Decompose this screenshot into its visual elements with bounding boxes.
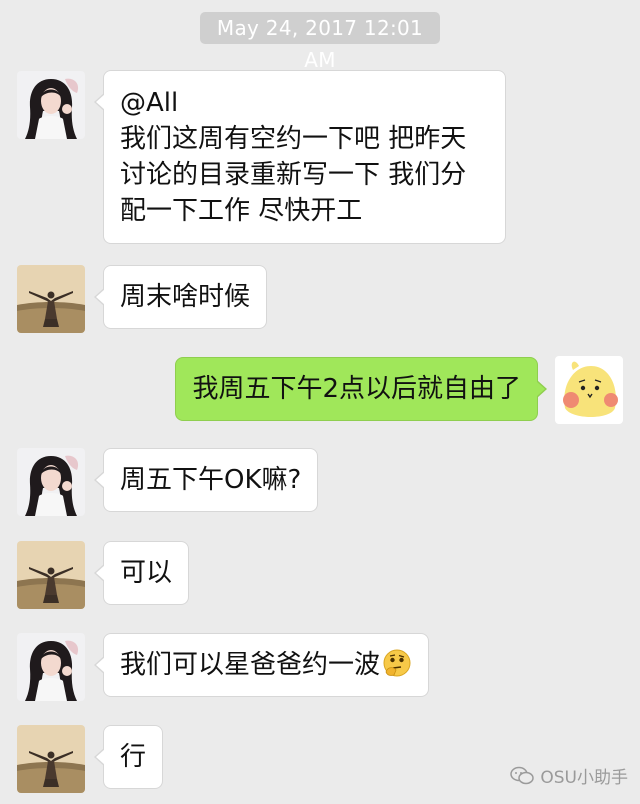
- avatar-girl[interactable]: [17, 448, 85, 516]
- message-text: 行: [120, 742, 147, 772]
- message-line: 讨论的目录重新写一下 我们分: [120, 160, 467, 190]
- message-bubble[interactable]: 我们可以星爸爸约一波: [93, 633, 430, 697]
- avatar-man-image: [17, 725, 85, 793]
- message-text: 周五下午OK嘛?: [120, 465, 302, 495]
- watermark: OSU小助手: [510, 763, 628, 788]
- watermark-text: OSU小助手: [540, 768, 628, 788]
- avatar-man-image: [17, 541, 85, 609]
- my-message-bubble[interactable]: 我周五下午2点以后就自由了: [175, 357, 547, 421]
- message-text: 周末啥时候: [120, 282, 251, 312]
- message-text: 可以: [120, 558, 173, 588]
- message-line: @All: [120, 88, 179, 118]
- message-text: 我们可以星爸爸约一波: [120, 650, 381, 680]
- message-bubble[interactable]: 可以: [93, 541, 190, 605]
- message-line: 配一下工作 尽快开工: [120, 196, 363, 226]
- avatar-girl[interactable]: [17, 71, 85, 139]
- avatar-girl-image: [17, 633, 85, 701]
- message-text: 我周五下午2点以后就自由了: [192, 374, 521, 404]
- message-bubble[interactable]: 周五下午OK嘛?: [93, 448, 319, 512]
- avatar-self-image: [555, 356, 623, 424]
- avatar-girl-image: [17, 71, 85, 139]
- avatar-self[interactable]: [555, 356, 623, 424]
- thinking-face-emoji: [383, 649, 411, 677]
- avatar-man-image: [17, 265, 85, 333]
- avatar-man[interactable]: [17, 541, 85, 609]
- avatar-man[interactable]: [17, 265, 85, 333]
- avatar-man[interactable]: [17, 725, 85, 793]
- message-bubble[interactable]: @All 我们这周有空约一下吧 把昨天 讨论的目录重新写一下 我们分 配一下工作…: [94, 70, 506, 244]
- avatar-girl[interactable]: [17, 633, 85, 701]
- message-line: 我们这周有空约一下吧 把昨天: [120, 124, 467, 154]
- message-bubble[interactable]: 周末啥时候: [93, 265, 268, 329]
- avatar-girl-image: [17, 448, 85, 516]
- wechat-icon: [510, 766, 535, 784]
- timestamp: May 24, 2017 12:01 AM: [200, 12, 440, 72]
- message-bubble[interactable]: 行: [93, 725, 164, 789]
